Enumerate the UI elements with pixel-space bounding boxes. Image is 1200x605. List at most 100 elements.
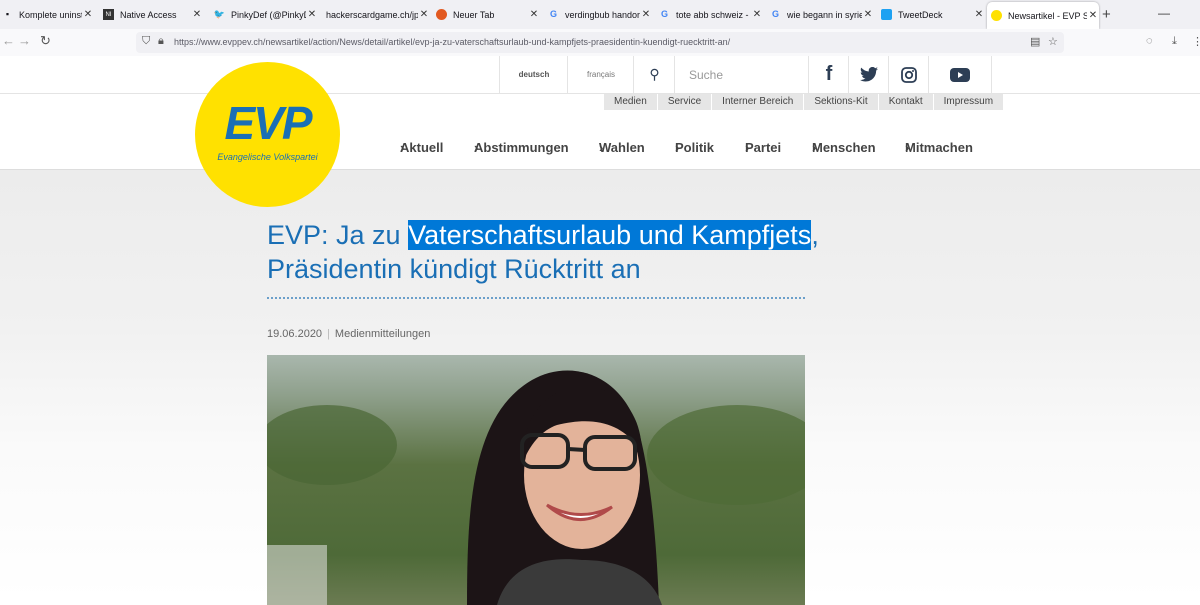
twitter-icon[interactable] [848,56,889,93]
tab-title: wie begann in syrien [787,9,862,20]
browser-tab[interactable]: G tote abb schweiz - Go ✕ [655,0,763,29]
nav-label: Politik [675,140,715,155]
forward-icon[interactable]: → [18,33,31,48]
tab-title: Neuer Tab [453,9,495,20]
browser-tab[interactable]: NI Native Access ✕ [99,0,203,29]
evp-icon [991,10,1002,21]
browser-tab[interactable]: 🐦 PinkyDef (@PinkyDef ✕ [210,0,318,29]
close-tab-icon[interactable]: ✕ [751,9,763,20]
close-tab-icon[interactable]: ✕ [82,9,94,20]
article-date: 19.06.2020 [267,328,323,340]
browser-tab[interactable]: ▪ Komplete uninstall a ✕ [0,0,94,29]
nav-label: Aktuell [400,140,444,155]
close-tab-icon[interactable]: ✕ [862,9,874,20]
article-area: EVP: Ja zu Vaterschaftsurlaub und Kampfj… [0,170,1200,605]
browser-tab[interactable]: G verdingbub handorg ✕ [544,0,652,29]
tab-title: tote abb schweiz - Go [676,9,751,20]
close-tab-icon[interactable]: ✕ [191,9,203,20]
twitter-icon: 🐦 [213,9,226,19]
evp-logo[interactable]: EVP Evangelische Volkspartei [195,62,340,207]
util-link-kontakt[interactable]: Kontakt [878,94,934,110]
util-link-sektions-kit[interactable]: Sektions-Kit [804,94,879,110]
url-bar[interactable]: ⛉ 🔒︎ https://www.evppev.ch/newsartikel/a… [136,32,1064,53]
tab-title: Komplete uninstall a [19,9,82,20]
tab-bar: ▪ Komplete uninstall a ✕ NI Native Acces… [0,0,1200,29]
title-divider [267,297,805,299]
browser-tab[interactable]: Neuer Tab ✕ [432,0,540,29]
portrait-illustration [267,370,805,605]
menu-icon[interactable]: ⋮ [1192,35,1200,48]
chevron-right-icon: › [400,140,405,155]
back-icon[interactable]: ← [2,33,15,48]
facebook-icon[interactable]: f [808,56,849,93]
website: deutsch français ⚲ Suche f Medien Servic… [0,56,1200,605]
search-input[interactable]: Suche [674,56,808,93]
new-tab-button[interactable]: + [1102,6,1111,23]
chevron-right-icon: › [745,140,750,155]
google-icon: G [771,9,779,19]
meta-separator: | [327,328,330,340]
navigation-toolbar: ← → ↻ ⛉ 🔒︎ https://www.evppev.ch/newsart… [0,29,1200,57]
close-tab-icon[interactable]: ✕ [1087,10,1099,21]
nav-label: Abstimmungen [474,140,569,155]
chevron-right-icon: › [812,140,817,155]
utility-nav: Medien Service Interner Bereich Sektions… [604,94,1005,110]
tab-title: Newsartikel - EVP Sch [1008,10,1087,21]
app-icon: ▪ [5,9,10,19]
title-selected-text: Vaterschaftsurlaub und Kampfjets [408,220,812,250]
lang-fr[interactable]: français [567,56,634,93]
close-tab-icon[interactable]: ✕ [973,9,985,20]
chevron-right-icon: › [905,140,910,155]
instagram-icon[interactable] [888,56,929,93]
title-part1: EVP: Ja zu [267,220,409,250]
youtube-icon[interactable] [928,56,992,93]
chevron-right-icon: › [599,140,604,155]
download-icon[interactable]: ⤓ [1172,35,1177,48]
chevron-right-icon: › [474,140,479,155]
nav-label: Menschen [812,140,876,155]
tab-title: verdingbub handorg [565,9,640,20]
lock-icon[interactable]: 🔒︎ [158,35,164,48]
lang-de[interactable]: deutsch [499,56,568,93]
article-category[interactable]: Medienmitteilungen [335,328,430,340]
reader-view-icon[interactable]: ▤ [1030,35,1040,48]
google-icon: G [660,9,668,19]
close-tab-icon[interactable]: ✕ [306,9,318,20]
tab-title: Native Access [120,9,177,20]
firefox-icon [436,9,447,20]
browser-tab[interactable]: G wie begann in syrien ✕ [766,0,874,29]
search-icon[interactable]: ⚲ [633,56,675,93]
shield-icon[interactable]: ⛉ [142,35,150,48]
nav-label: Partei [745,140,782,155]
article-meta: 19.06.2020 | Medienmitteilungen [267,328,430,340]
logo-text: EVP [224,97,312,149]
nav-label: Wahlen [599,140,645,155]
util-link-service[interactable]: Service [657,94,713,110]
tweetdeck-icon [881,9,892,20]
browser-tab[interactable]: TweetDeck ✕ [877,0,985,29]
util-link-interner-bereich[interactable]: Interner Bereich [712,94,805,110]
reload-icon[interactable]: ↻ [40,33,51,49]
util-link-impressum[interactable]: Impressum [933,94,1005,110]
minimize-icon[interactable]: — [1158,6,1170,20]
top-strip: deutsch français ⚲ Suche f [0,56,1200,94]
browser-tab-active[interactable]: Newsartikel - EVP Sch ✕ [987,2,1099,29]
close-tab-icon[interactable]: ✕ [418,9,430,20]
bookmark-star-icon[interactable]: ☆ [1048,35,1058,48]
title-part2: , [811,220,819,250]
close-tab-icon[interactable]: ✕ [640,9,652,20]
title-line2: Präsidentin kündigt Rücktritt an [267,254,641,284]
tab-title: TweetDeck [898,9,943,20]
article-title: EVP: Ja zu Vaterschaftsurlaub und Kampfj… [267,218,827,286]
chevron-right-icon: › [675,140,680,155]
logo-subtitle: Evangelische Volkspartei [217,152,318,162]
app-icon: NI [103,9,114,20]
pocket-icon[interactable]: ◌ [1146,35,1153,47]
url-text[interactable]: https://www.evppev.ch/newsartikel/action… [174,37,730,47]
tab-title: PinkyDef (@PinkyDef [231,9,306,20]
browser-tab[interactable]: hackerscardgame.ch/jpg ✕ [322,0,430,29]
article-photo [267,355,805,605]
nav-label: Mitmachen [905,140,973,155]
close-tab-icon[interactable]: ✕ [528,9,540,20]
util-link-medien[interactable]: Medien [604,94,658,110]
